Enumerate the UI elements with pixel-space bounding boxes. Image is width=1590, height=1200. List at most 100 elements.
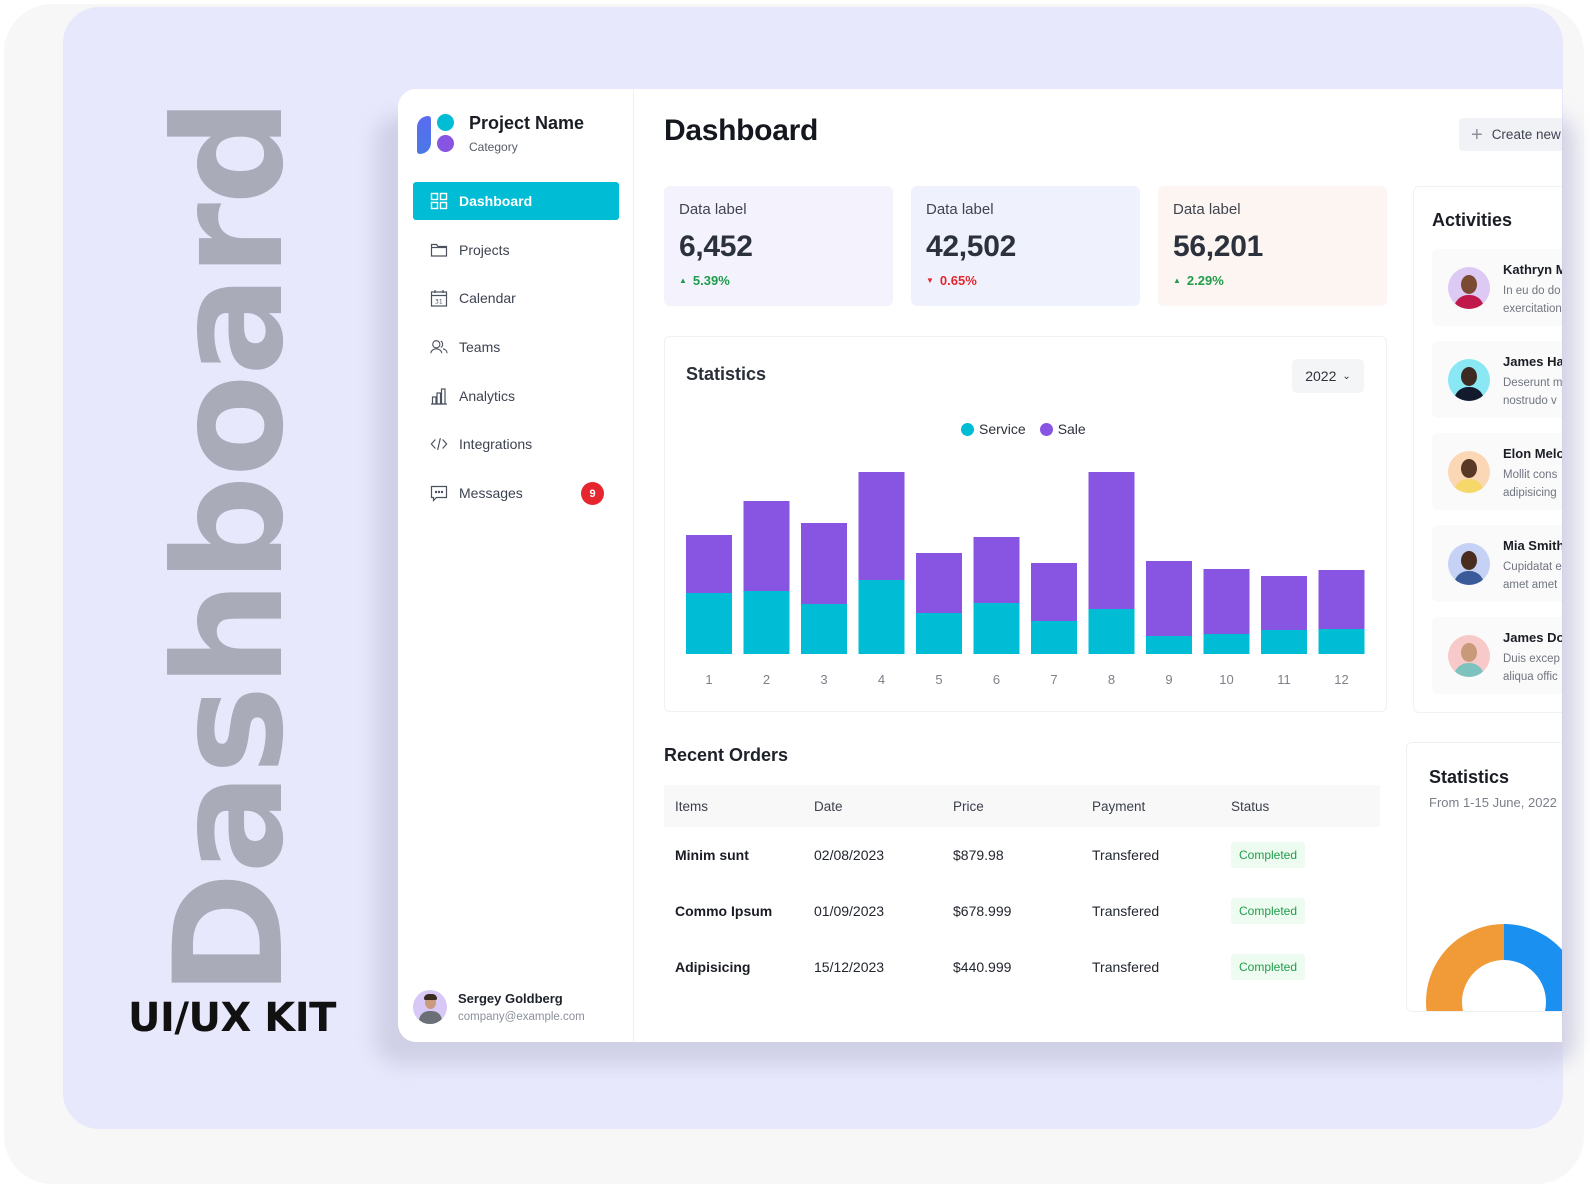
year-select[interactable]: 2022 ⌄ xyxy=(1292,359,1364,393)
kpi-change: ▲ 2.29% xyxy=(1173,273,1372,288)
activity-item[interactable]: James Do Duis excep aliqua offic xyxy=(1432,617,1562,694)
donut-slice-orange[interactable] xyxy=(1426,924,1504,1012)
activity-text-line: aliqua offic xyxy=(1503,671,1558,683)
user-profile[interactable]: Sergey Goldberg company@example.com xyxy=(413,990,585,1024)
legend-item-service[interactable]: Service xyxy=(961,421,1026,437)
bar-service-10[interactable] xyxy=(1203,634,1250,654)
bar-service-11[interactable] xyxy=(1261,630,1307,654)
folder-icon xyxy=(429,240,449,260)
x-tick-label: 12 xyxy=(1334,672,1348,687)
column-header[interactable]: Items xyxy=(664,785,803,827)
donut-slice-blue[interactable] xyxy=(1504,924,1562,1012)
bar-sale-3[interactable] xyxy=(801,523,847,604)
bar-sale-11[interactable] xyxy=(1261,576,1307,630)
create-new-button[interactable]: + Create new xyxy=(1459,118,1562,151)
order-status-cell: Completed xyxy=(1220,939,1380,995)
sidebar-item-calendar[interactable]: 31 Calendar xyxy=(413,279,619,317)
bar-sale-7[interactable] xyxy=(1031,563,1077,621)
bar-sale-6[interactable] xyxy=(973,537,1020,603)
kpi-change: ▼ 0.65% xyxy=(926,273,1125,288)
status-badge: Completed xyxy=(1231,898,1306,924)
order-status-cell: Completed xyxy=(1220,827,1380,883)
bar-sale-1[interactable] xyxy=(686,535,732,593)
sidebar-item-integrations[interactable]: Integrations xyxy=(413,425,619,463)
activity-text-line: Deserunt m xyxy=(1503,377,1562,389)
sidebar-item-label: Projects xyxy=(459,241,510,258)
activity-name: James Do xyxy=(1503,630,1562,645)
bar-service-1[interactable] xyxy=(686,593,732,654)
x-tick-label: 3 xyxy=(820,672,827,687)
sidebar-item-teams[interactable]: Teams xyxy=(413,328,619,366)
sidebar-item-projects[interactable]: Projects xyxy=(413,231,619,269)
bar-sale-8[interactable] xyxy=(1088,472,1135,609)
x-tick-label: 5 xyxy=(935,672,942,687)
table-row[interactable]: Commo Ipsum 01/09/2023 $678.999 Transfer… xyxy=(664,883,1380,939)
bar-sale-2[interactable] xyxy=(743,501,790,591)
bar-service-3[interactable] xyxy=(801,604,847,654)
bar-sale-9[interactable] xyxy=(1146,561,1192,636)
table-row[interactable]: Adipisicing 15/12/2023 $440.999 Transfer… xyxy=(664,939,1380,995)
sidebar-item-label: Analytics xyxy=(459,387,516,404)
bar-service-7[interactable] xyxy=(1031,621,1077,654)
bar-sale-12[interactable] xyxy=(1318,570,1365,629)
grid-icon xyxy=(429,191,449,211)
kpi-change-value: 0.65% xyxy=(939,273,977,288)
legend-swatch xyxy=(961,422,974,436)
table-header-row: Items Date Price Payment Status xyxy=(664,785,1380,827)
x-tick-label: 10 xyxy=(1219,672,1233,687)
code-icon xyxy=(429,434,449,454)
bar-service-2[interactable] xyxy=(743,591,790,654)
message-icon xyxy=(429,483,449,503)
order-item: Minim sunt xyxy=(675,847,749,863)
column-header[interactable]: Price xyxy=(942,785,1081,827)
activity-name: Mia Smith xyxy=(1503,538,1562,553)
bar-sale-10[interactable] xyxy=(1203,569,1250,634)
legend-item-sale[interactable]: Sale xyxy=(1039,421,1086,437)
kpi-change: ▲ 5.39% xyxy=(679,273,878,288)
x-tick-label: 8 xyxy=(1108,672,1115,687)
user-name: Sergey Goldberg xyxy=(458,991,563,1006)
legend-swatch xyxy=(1039,422,1053,436)
bar-service-8[interactable] xyxy=(1088,609,1135,654)
poster-title-text: Dashboard xyxy=(143,99,317,997)
activity-item[interactable]: Elon Melo Mollit cons adipisicing xyxy=(1432,433,1562,510)
activity-text: Duis excep aliqua offic xyxy=(1503,650,1560,686)
recent-orders-title: Recent Orders xyxy=(664,745,789,765)
bar-sale-5[interactable] xyxy=(916,553,962,613)
sidebar-item-dashboard[interactable]: Dashboard xyxy=(413,182,619,220)
page-title: Dashboard xyxy=(664,114,818,147)
avatar xyxy=(1448,359,1490,401)
logo-icon xyxy=(417,114,457,154)
activity-item[interactable]: Mia Smith Cupidatat e amet amet xyxy=(1432,525,1562,602)
bar-service-12[interactable] xyxy=(1318,629,1365,654)
activity-text: Deserunt m nostrudo v xyxy=(1503,374,1562,410)
chart-legend: Service Sale xyxy=(961,421,1100,437)
user-email: company@example.com xyxy=(458,1011,585,1023)
bar-service-9[interactable] xyxy=(1146,636,1192,654)
bar-sale-4[interactable] xyxy=(858,472,905,580)
column-header[interactable]: Date xyxy=(803,785,942,827)
order-status-cell: Completed xyxy=(1220,883,1380,939)
x-tick-label: 11 xyxy=(1277,672,1291,687)
x-tick-label: 4 xyxy=(878,672,885,687)
sidebar: Project Name Category Dashboard Projects… xyxy=(398,89,634,1042)
poster-title: Dashboard xyxy=(143,100,317,997)
bar-service-5[interactable] xyxy=(916,613,962,654)
sidebar-item-analytics[interactable]: Analytics xyxy=(413,377,619,415)
order-date: 15/12/2023 xyxy=(814,959,885,975)
order-payment: Transfered xyxy=(1092,903,1160,919)
column-header[interactable]: Status xyxy=(1220,785,1380,827)
bar-service-6[interactable] xyxy=(973,603,1020,654)
column-header[interactable]: Payment xyxy=(1081,785,1220,827)
activity-item[interactable]: James Ha Deserunt m nostrudo v xyxy=(1432,341,1562,418)
order-price: $678.999 xyxy=(953,903,1012,919)
activity-item[interactable]: Kathryn M In eu do do exercitation xyxy=(1432,249,1562,326)
sidebar-item-label: Integrations xyxy=(459,436,533,453)
table-row[interactable]: Minim sunt 02/08/2023 $879.98 Transfered… xyxy=(664,827,1380,883)
order-item: Commo Ipsum xyxy=(675,903,773,919)
bar-service-4[interactable] xyxy=(858,580,905,654)
kpi-change-value: 2.29% xyxy=(1186,273,1224,288)
sidebar-item-messages[interactable]: Messages 9 xyxy=(413,474,619,512)
activity-name: Elon Melo xyxy=(1503,446,1562,461)
sidebar-item-label: Teams xyxy=(459,339,501,356)
